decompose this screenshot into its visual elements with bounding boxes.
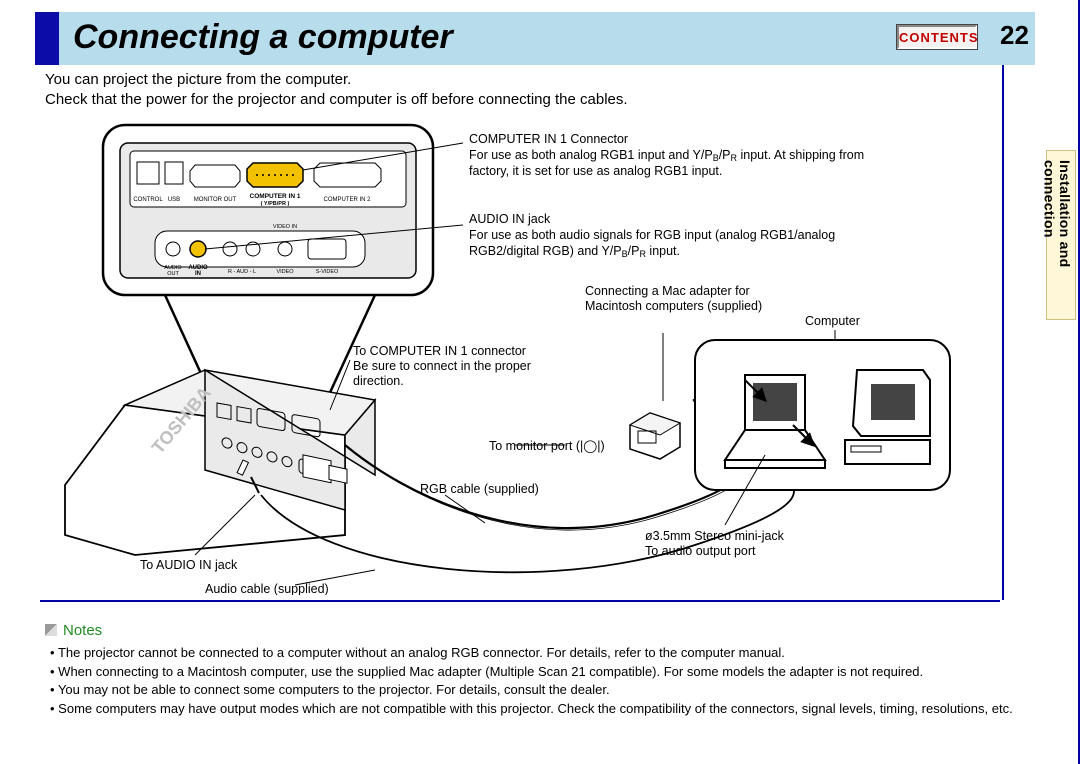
callout-comp-in-desc1: For use as both analog RGB1 input and Y/… [469,148,864,163]
label-monitor-out: MONITOR OUT [194,197,237,203]
callout-stereo2: To audio output port [645,544,756,558]
svg-text:IN: IN [195,271,201,277]
callout-comp-in-title: COMPUTER IN 1 Connector [469,132,628,146]
note-item: Some computers may have output modes whi… [50,700,1060,718]
section-tab-line1: Installation and [1057,160,1073,267]
label-svideo: S-VIDEO [316,269,339,275]
callout-audio-in-desc2: RGB2/digital RGB) and Y/PB/PR input. [469,244,680,259]
callout-mac1: Connecting a Mac adapter for [585,284,750,298]
desktop-icon [845,370,930,464]
callout-stereo1: ø3.5mm Stereo mini-jack [645,529,785,543]
connection-diagram: CONTROL USB MONITOR OUT COMPUTER IN 1 ( … [45,115,975,595]
intro-text: You can project the picture from the com… [45,70,945,111]
note-item: You may not be able to connect some comp… [50,681,1060,699]
callout-monitor-port: To monitor port (|◯|) [489,439,605,454]
label-computer-in1: COMPUTER IN 1 [250,193,301,200]
label-usb: USB [168,197,180,203]
intro-line1: You can project the picture from the com… [45,70,945,90]
page-number: 22 [1000,20,1029,51]
callout-audio-in-title: AUDIO IN jack [469,212,551,226]
title-accent-block [35,12,59,65]
callout-rgb-cable: RGB cable (supplied) [420,482,539,496]
label-video-in: VIDEO IN [273,224,297,230]
svg-text:OUT: OUT [167,271,179,277]
callout-audio-in-desc1: For use as both audio signals for RGB in… [469,228,835,242]
svg-text:Be sure to connect in the prop: Be sure to connect in the proper [353,359,531,373]
section-tab-line2: connection [1042,160,1058,238]
label-computer-in2: COMPUTER IN 2 [323,197,371,203]
label-computer-in1-sub: ( Y/PB/PR ) [261,201,290,207]
page-frame: Connecting a computer CONTENTS 22 You ca… [0,0,1080,764]
note-item: When connecting to a Macintosh computer,… [50,663,1060,681]
callout-comp-in-desc2: factory, it is set for use as analog RGB… [469,164,722,178]
callout-computer: Computer [805,314,860,328]
label-control: CONTROL [133,197,163,203]
rule-horizontal [40,600,1000,602]
svg-text:direction.: direction. [353,374,404,388]
callout-to-comp-in: To COMPUTER IN 1 connector [353,344,526,358]
rule-vertical [1002,65,1004,600]
note-item: The projector cannot be connected to a c… [50,644,1060,662]
section-tab-label: Installation and connection [1041,160,1072,267]
callout-audio-cable: Audio cable (supplied) [205,582,329,595]
callout-to-audio-in: To AUDIO IN jack [140,558,238,572]
mac-adapter [630,413,680,459]
callout-mac2: Macintosh computers (supplied) [585,299,762,313]
contents-button[interactable]: CONTENTS [897,25,977,49]
page-title: Connecting a computer [73,18,453,57]
notes-heading: Notes [45,622,102,639]
intro-line2: Check that the power for the projector a… [45,90,945,110]
notes-list: The projector cannot be connected to a c… [50,644,1060,718]
label-r-aud-l: R - AUD - L [228,269,256,275]
label-video: VIDEO [276,269,294,275]
